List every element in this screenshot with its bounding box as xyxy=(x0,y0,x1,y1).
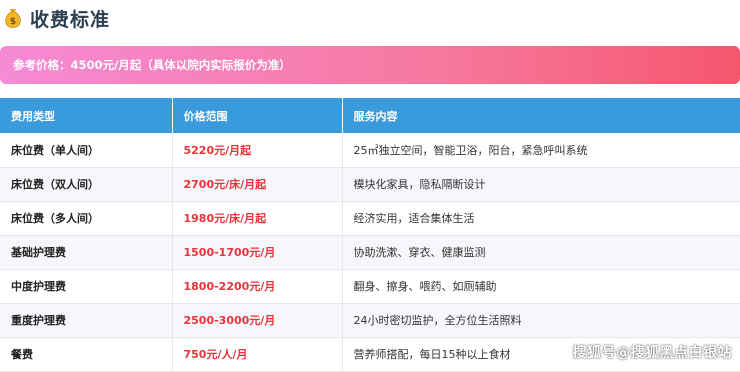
table-row: 床位费（多人间） 1980元/床/月起 经济实用，适合集体生活 xyxy=(0,201,740,236)
price-cell: 2700元/床/月起 xyxy=(172,167,343,202)
section-heading: $ 收费标准 xyxy=(4,6,111,31)
service-cell: 24小时密切监护，全方位生活照料 xyxy=(342,303,740,338)
service-cell: 25㎡独立空间，智能卫浴，阳台，紧急呼叫系统 xyxy=(342,133,740,168)
price-cell: 1500-1700元/月 xyxy=(172,235,343,270)
table-header-row: 费用类型 价格范围 服务内容 xyxy=(0,98,740,133)
service-cell: 经济实用，适合集体生活 xyxy=(342,201,740,236)
fee-type-cell: 餐费 xyxy=(0,337,173,372)
price-cell: 5220元/月起 xyxy=(172,133,343,168)
price-cell: 1800-2200元/月 xyxy=(172,269,343,304)
money-bag-icon: $ xyxy=(5,9,21,28)
price-cell: 2500-3000元/月 xyxy=(172,303,343,338)
page-title: 收费标准 xyxy=(30,8,111,31)
fee-type-cell: 基础护理费 xyxy=(0,235,173,270)
table-row: 基础护理费 1500-1700元/月 协助洗漱、穿衣、健康监测 xyxy=(0,235,740,270)
table-row: 床位费（双人间） 2700元/床/月起 模块化家具，隐私隔断设计 xyxy=(0,167,740,202)
service-cell: 翻身、擦身、喂药、如厕辅助 xyxy=(342,269,740,304)
table-row: 中度护理费 1800-2200元/月 翻身、擦身、喂药、如厕辅助 xyxy=(0,269,740,304)
column-header-service: 服务内容 xyxy=(342,98,740,133)
fee-type-cell: 床位费（双人间） xyxy=(0,167,173,202)
svg-text:$: $ xyxy=(10,17,16,27)
fee-type-cell: 床位费（单人间） xyxy=(0,133,173,168)
price-cell: 750元/人/月 xyxy=(172,337,343,372)
fee-type-cell: 重度护理费 xyxy=(0,303,173,338)
fee-type-cell: 床位费（多人间） xyxy=(0,201,173,236)
fee-type-cell: 中度护理费 xyxy=(0,269,173,304)
service-cell: 协助洗漱、穿衣、健康监测 xyxy=(342,235,740,270)
watermark: 搜狐号@搜狐黑点白银站 xyxy=(572,345,732,361)
reference-price-banner: 参考价格：4500元/月起（具体以院内实际报价为准） xyxy=(0,46,740,84)
fee-table: 费用类型 价格范围 服务内容 床位费（单人间） 5220元/月起 25㎡独立空间… xyxy=(0,98,740,372)
table-row: 重度护理费 2500-3000元/月 24小时密切监护，全方位生活照料 xyxy=(0,303,740,338)
price-cell: 1980元/床/月起 xyxy=(172,201,343,236)
page: $ 收费标准 参考价格：4500元/月起（具体以院内实际报价为准） 费用类型 价… xyxy=(0,0,740,372)
service-cell: 模块化家具，隐私隔断设计 xyxy=(342,167,740,202)
column-header-price-range: 价格范围 xyxy=(172,98,343,133)
table-row: 床位费（单人间） 5220元/月起 25㎡独立空间，智能卫浴，阳台，紧急呼叫系统 xyxy=(0,133,740,168)
column-header-fee-type: 费用类型 xyxy=(0,98,173,133)
reference-price-text: 参考价格：4500元/月起（具体以院内实际报价为准） xyxy=(13,58,291,72)
